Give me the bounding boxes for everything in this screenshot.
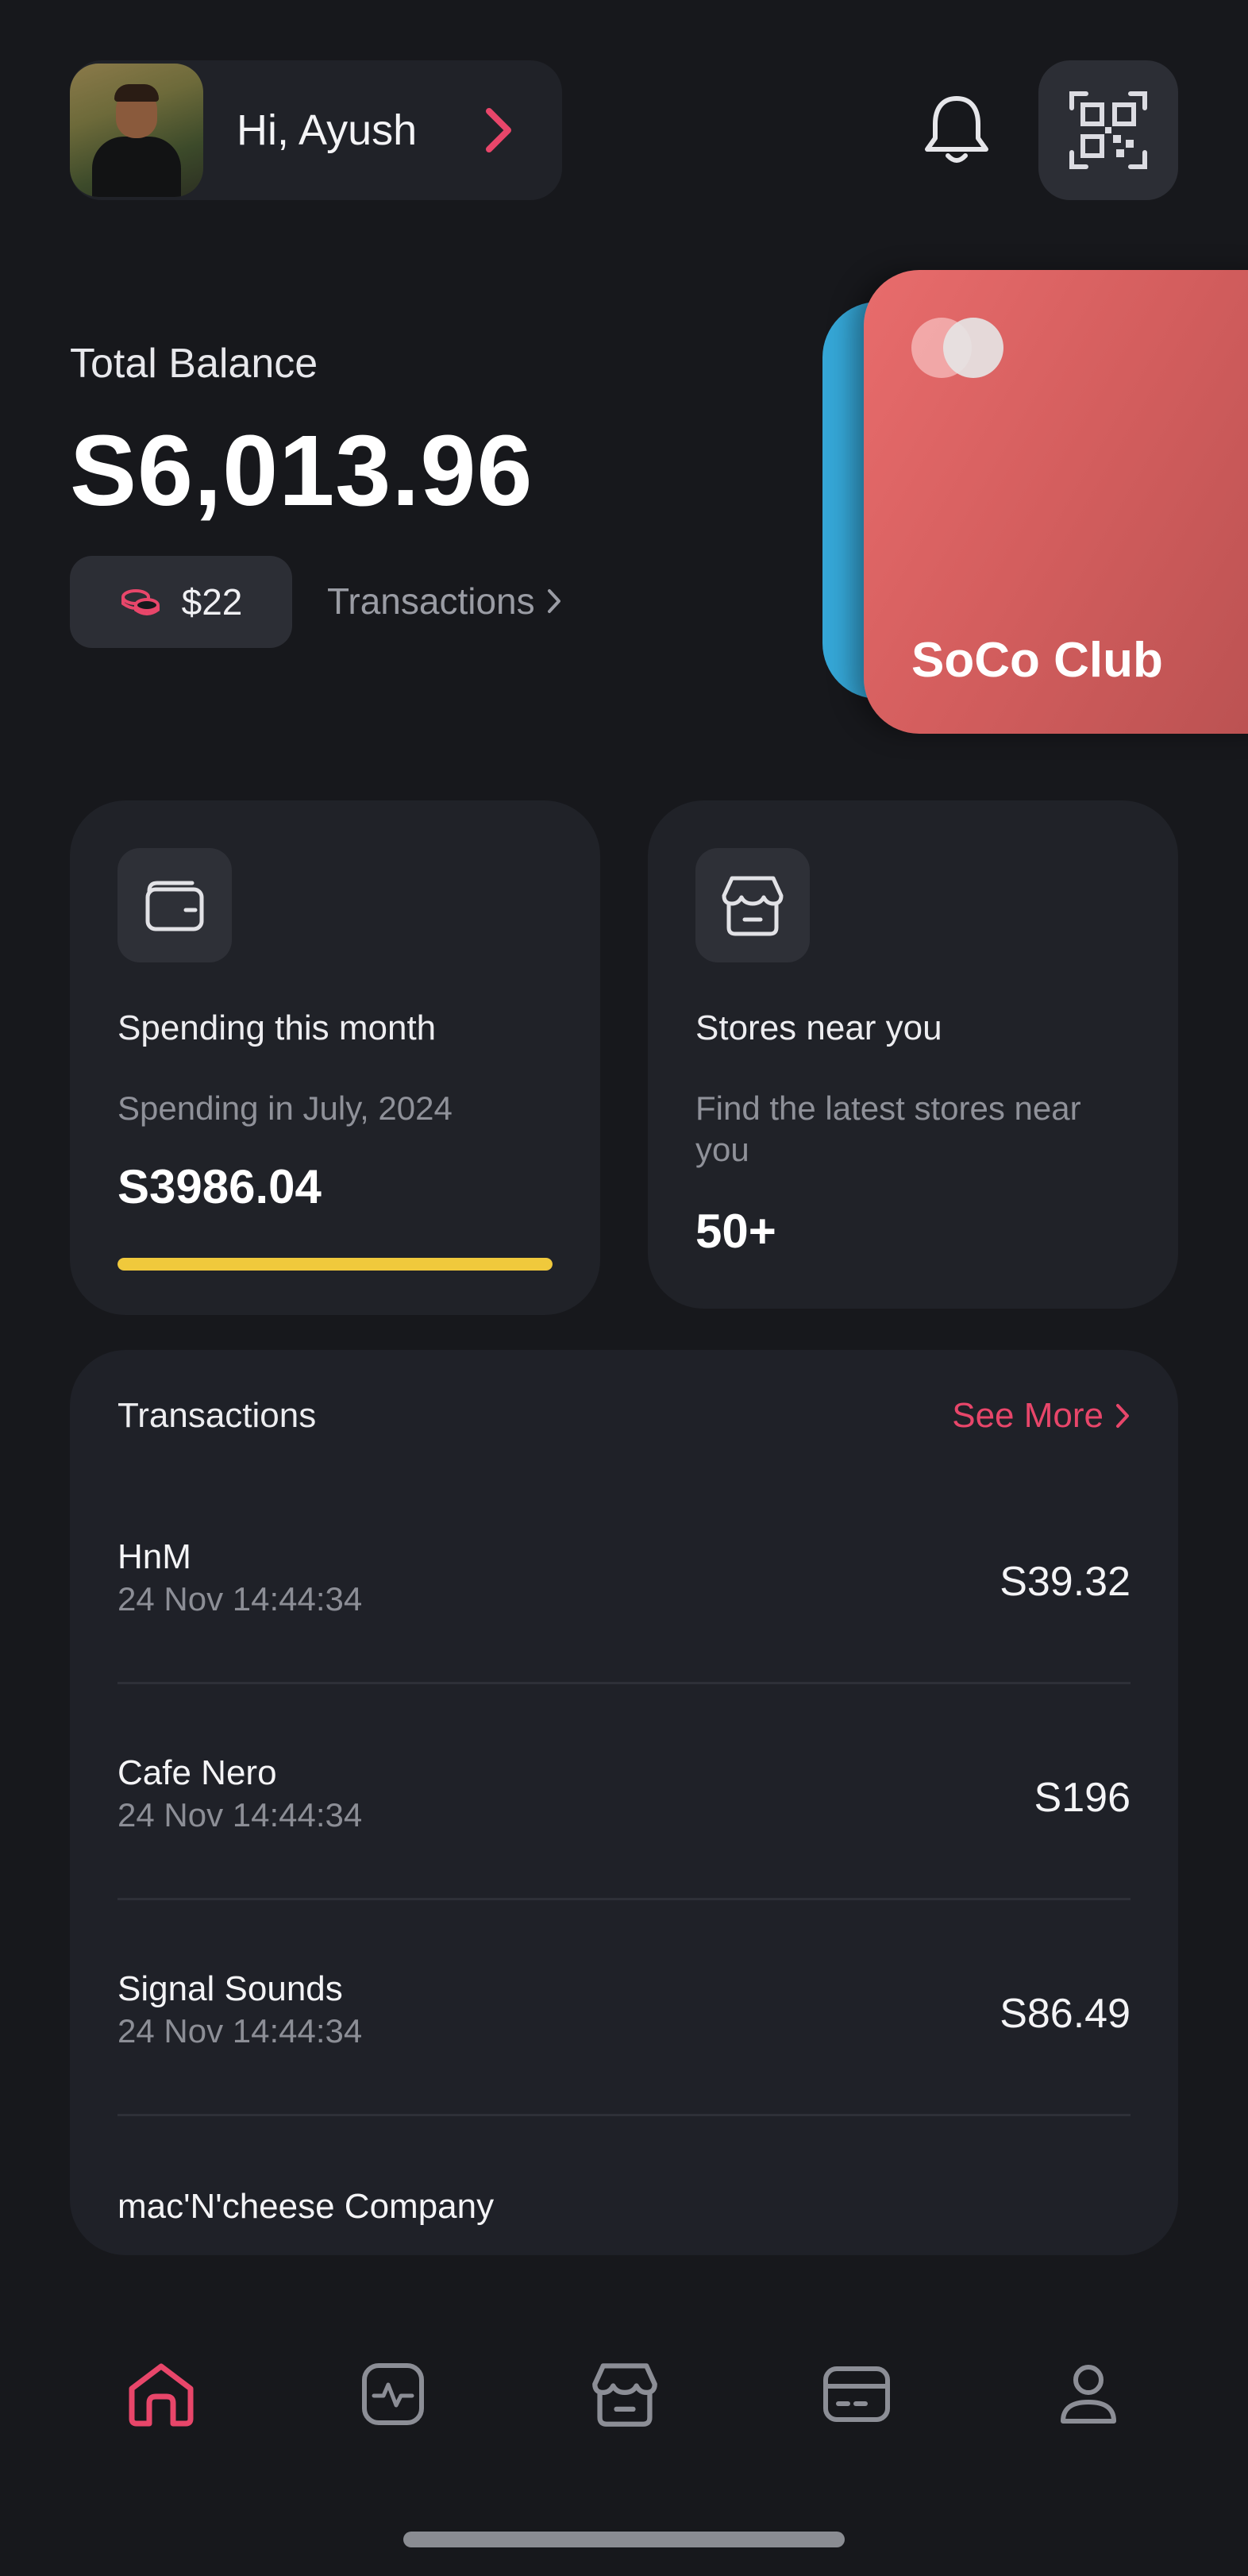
activity-icon: [362, 2363, 424, 2425]
coins-value: $22: [181, 581, 243, 623]
wallet-icon: [145, 881, 204, 931]
stores-title: Stores near you: [695, 1008, 942, 1047]
card-name: SoCo Club: [911, 633, 1163, 688]
spending-amount: S3986.04: [117, 1160, 322, 1213]
home-indicator[interactable]: [403, 2532, 845, 2547]
profile-icon: [1061, 2365, 1116, 2424]
see-more-link[interactable]: See More: [952, 1396, 1131, 1436]
nav-profile[interactable]: [1045, 2350, 1132, 2438]
avatar[interactable]: [70, 64, 203, 197]
qr-scan-button[interactable]: [1038, 60, 1178, 200]
nav-home[interactable]: [117, 2350, 205, 2438]
see-more-label: See More: [952, 1396, 1104, 1435]
spending-progress-bar: [117, 1258, 553, 1271]
divider: [117, 1898, 1131, 1900]
nav-stores[interactable]: [581, 2350, 668, 2438]
bell-icon[interactable]: [921, 92, 992, 168]
store-icon: [722, 876, 784, 936]
store-icon-box: [695, 848, 810, 962]
transaction-row[interactable]: mac'N'cheese Company: [117, 2187, 1131, 2255]
transactions-title: Transactions: [117, 1396, 317, 1435]
home-icon: [129, 2363, 194, 2427]
transaction-merchant: HnM: [117, 1537, 191, 1576]
coins-chip[interactable]: $22: [70, 556, 292, 648]
transaction-time: 24 Nov 14:44:34: [117, 1580, 363, 1618]
nav-cards[interactable]: [813, 2350, 900, 2438]
transaction-merchant: Signal Sounds: [117, 1969, 343, 2008]
qr-code-icon: [1069, 91, 1147, 169]
chevron-right-icon: [486, 108, 511, 152]
transaction-amount: S86.49: [1000, 1991, 1131, 2037]
stores-subtitle: Find the latest stores near you: [695, 1089, 1081, 1168]
transaction-amount: S196: [1034, 1775, 1131, 1821]
transaction-merchant: Cafe Nero: [117, 1753, 277, 1792]
transaction-amount: S39.32: [1000, 1559, 1131, 1605]
transaction-row[interactable]: Signal Sounds 24 Nov 14:44:34 S86.49: [117, 1969, 1131, 2185]
spending-card[interactable]: Spending this month Spending in July, 20…: [70, 800, 600, 1315]
divider: [117, 2114, 1131, 2116]
transaction-time: 24 Nov 14:44:34: [117, 1796, 363, 1834]
chevron-right-icon: [547, 589, 560, 613]
home-screen: Hi, Ayush Total Balance S6,013.96 $22 Tr…: [0, 0, 1248, 2576]
transaction-row[interactable]: Cafe Nero 24 Nov 14:44:34 S196: [117, 1753, 1131, 1969]
spending-title: Spending this month: [117, 1008, 437, 1047]
transactions-link-label: Transactions: [327, 580, 535, 622]
transaction-time: 24 Nov 14:44:34: [117, 2012, 363, 2050]
total-balance-label: Total Balance: [70, 341, 318, 387]
nav-activity[interactable]: [349, 2350, 437, 2438]
store-icon: [592, 2363, 657, 2427]
wallet-icon-box: [117, 848, 232, 962]
stores-card[interactable]: Stores near you Find the latest stores n…: [648, 800, 1178, 1309]
soco-club-card[interactable]: SoCo Club: [864, 270, 1248, 734]
spending-progress-fill: [117, 1258, 553, 1271]
profile-chip[interactable]: Hi, Ayush: [70, 60, 562, 200]
transaction-merchant: mac'N'cheese Company: [117, 2187, 495, 2226]
bottom-nav: [0, 2350, 1248, 2462]
divider: [117, 1682, 1131, 1684]
coins-icon: [121, 589, 160, 615]
chevron-right-icon: [1116, 1404, 1129, 1428]
greeting-text: Hi, Ayush: [237, 106, 418, 154]
card-icon: [823, 2366, 890, 2422]
transaction-row[interactable]: HnM 24 Nov 14:44:34 S39.32: [117, 1537, 1131, 1753]
card-logo-circle-right: [943, 318, 1003, 378]
total-balance-amount: S6,013.96: [70, 415, 533, 526]
transactions-link[interactable]: Transactions: [327, 580, 562, 623]
stores-count: 50+: [695, 1205, 776, 1258]
transactions-panel: Transactions See More HnM 24 Nov 14:44:3…: [70, 1350, 1178, 2255]
spending-subtitle: Spending in July, 2024: [117, 1089, 453, 1127]
